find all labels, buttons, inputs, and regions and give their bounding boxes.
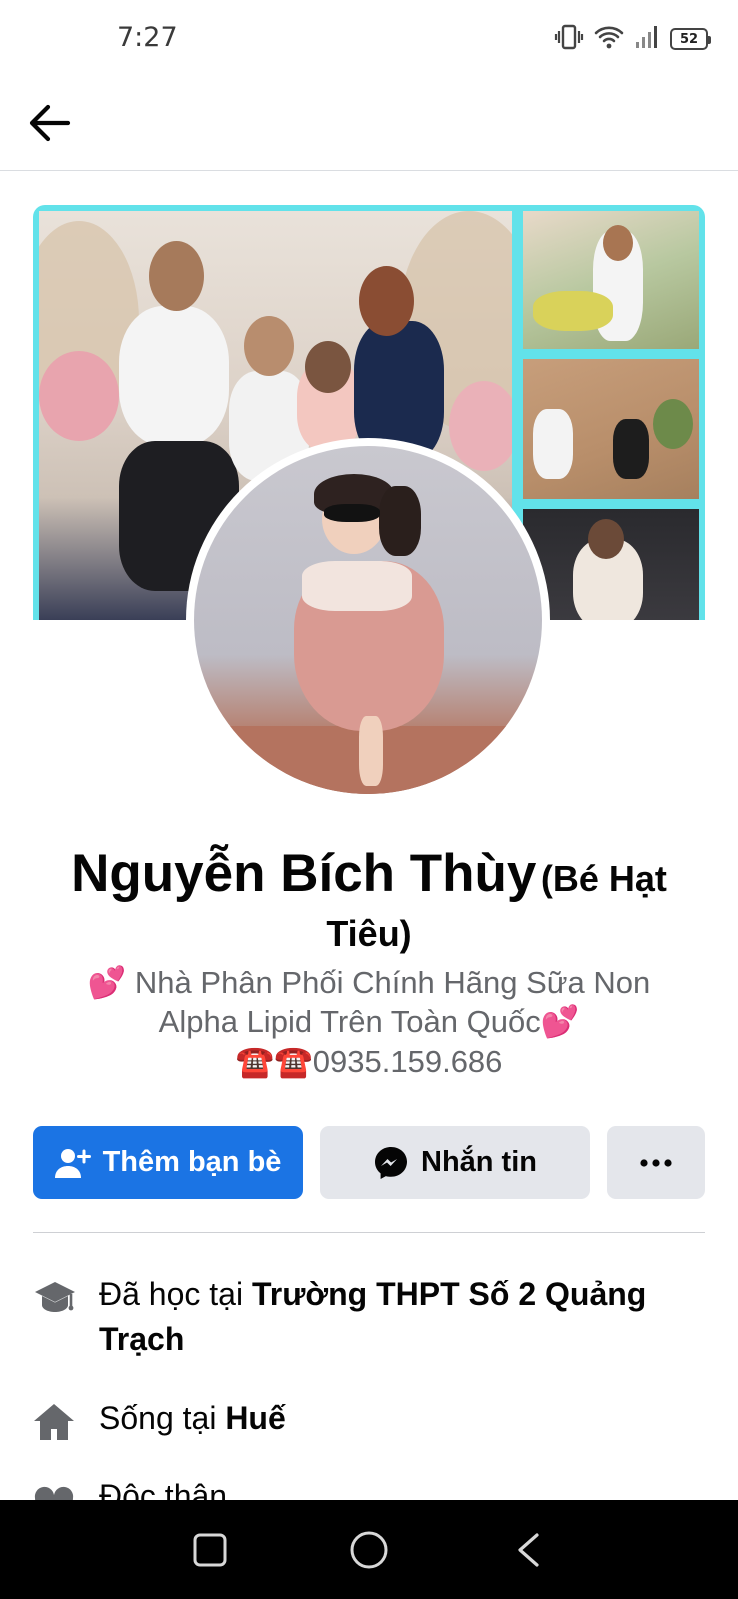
more-options-button[interactable] — [607, 1126, 705, 1199]
cover-thumb-1 — [523, 211, 699, 349]
status-icons: 52 — [554, 22, 711, 57]
top-bar — [0, 76, 738, 171]
cover-thumb-2 — [523, 359, 699, 499]
messenger-icon — [375, 1146, 407, 1179]
add-friend-icon — [54, 1148, 91, 1178]
profile-bio: 💕 Nhà Phân Phối Chính Hãng Sữa Non Alpha… — [60, 963, 678, 1081]
vibrate-icon — [554, 22, 584, 57]
profile-name-main: Nguyễn Bích Thùy — [71, 844, 537, 903]
profile-avatar[interactable] — [186, 438, 550, 802]
recent-apps-button[interactable] — [180, 1520, 240, 1580]
bio-heart-emoji: 💕 — [87, 965, 127, 1000]
add-friend-label: Thêm bạn bè — [102, 1146, 282, 1178]
circle-icon — [350, 1531, 388, 1568]
bio-heart-emoji-2: 💕 — [540, 1004, 580, 1040]
triangle-back-icon — [518, 1532, 539, 1567]
wifi-icon — [594, 24, 624, 55]
detail-relationship: Độc thân — [33, 1480, 705, 1500]
bio-line-1: Nhà Phân Phối Chính Hãng Sữa Non — [134, 965, 651, 1000]
avatar-photo — [194, 446, 542, 794]
bio-phone-emoji: ☎️☎️ — [235, 1043, 313, 1079]
add-friend-button[interactable]: Thêm bạn bè — [33, 1126, 303, 1199]
arrow-left-icon — [29, 104, 71, 142]
lives-prefix: Sống tại — [99, 1400, 226, 1436]
cover-thumb-3 — [523, 509, 699, 620]
more-icon — [640, 1158, 672, 1167]
heart-icon — [33, 1480, 99, 1500]
status-bar: 7:27 52 — [0, 0, 738, 76]
relationship-status: Độc thân — [99, 1480, 228, 1500]
bio-line-2: Alpha Lipid Trên Toàn Quốc — [158, 1004, 541, 1040]
home-icon — [33, 1396, 99, 1442]
back-button[interactable] — [22, 96, 76, 150]
message-label: Nhắn tin — [421, 1146, 537, 1178]
message-button[interactable]: Nhắn tin — [320, 1126, 590, 1199]
section-divider — [33, 1232, 705, 1233]
lives-city[interactable]: Huế — [225, 1400, 285, 1436]
detail-education[interactable]: Đã học tại Trường THPT Số 2 Quảng Trạch — [33, 1272, 705, 1362]
education-prefix: Đã học tại — [99, 1276, 252, 1312]
system-nav-bar — [0, 1500, 738, 1599]
signal-icon — [634, 24, 660, 55]
back-nav-button[interactable] — [498, 1520, 558, 1580]
profile-actions: Thêm bạn bè Nhắn tin — [33, 1126, 705, 1199]
home-button[interactable] — [339, 1520, 399, 1580]
status-time: 7:27 — [117, 22, 178, 53]
profile-name: Nguyễn Bích Thùy (Bé Hạt Tiêu) — [40, 838, 698, 958]
graduation-cap-icon — [33, 1272, 99, 1318]
square-icon — [193, 1533, 227, 1566]
bio-phone: 0935.159.686 — [312, 1043, 503, 1079]
detail-lives-in[interactable]: Sống tại Huế — [33, 1396, 705, 1442]
battery-icon: 52 — [670, 28, 711, 50]
